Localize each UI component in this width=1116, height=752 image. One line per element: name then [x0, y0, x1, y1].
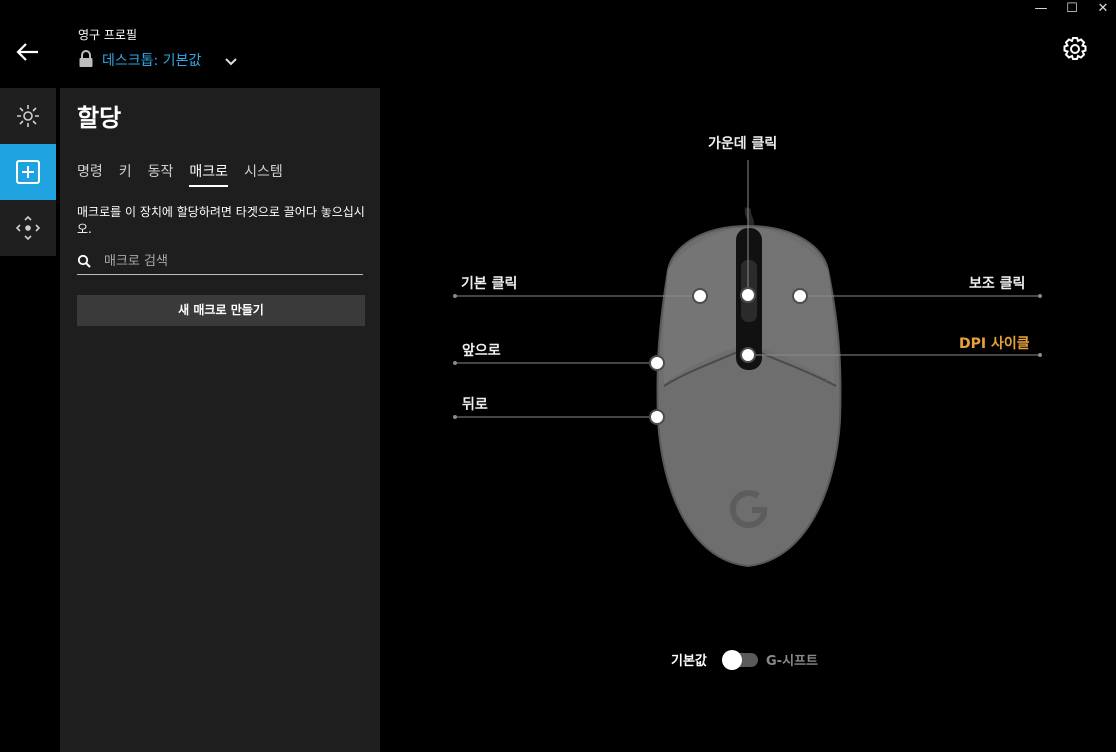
plus-square-icon: [16, 160, 40, 184]
arrow-left-icon: [16, 43, 38, 61]
hotspot-secondary-click[interactable]: [792, 288, 808, 304]
hotspot-middle-click[interactable]: [740, 287, 756, 303]
toggle-label-gshift: G-시프트: [766, 654, 818, 669]
hotspot-back[interactable]: [649, 409, 665, 425]
label-secondary-click[interactable]: 보조 클릭: [969, 273, 1025, 293]
hotspot-dpi-cycle[interactable]: [740, 347, 756, 363]
create-macro-button[interactable]: 새 매크로 만들기: [77, 295, 365, 326]
tab-commands[interactable]: 명령: [77, 161, 103, 187]
gear-icon[interactable]: [1060, 34, 1090, 64]
macro-search: [77, 248, 363, 275]
label-dpi-cycle[interactable]: DPI 사이클: [959, 333, 1030, 353]
tab-system[interactable]: 시스템: [244, 161, 283, 187]
rail-item-lighting[interactable]: [0, 88, 56, 144]
rail-item-assignments[interactable]: [0, 144, 56, 200]
search-input[interactable]: [102, 250, 361, 272]
label-forward[interactable]: 앞으로: [462, 340, 501, 360]
gshift-toggle[interactable]: [722, 650, 758, 670]
profile-label: 영구 프로필: [78, 28, 138, 42]
profile-selector[interactable]: 데스크톱: 기본값: [102, 50, 201, 70]
minimize-button[interactable]: —: [1024, 0, 1058, 18]
hotspot-primary-click[interactable]: [692, 288, 708, 304]
tab-macros[interactable]: 매크로: [189, 161, 229, 187]
side-rail: [0, 88, 56, 256]
close-button[interactable]: ✕: [1086, 0, 1116, 18]
search-icon: [77, 254, 91, 268]
tab-keys[interactable]: 키: [119, 161, 132, 187]
tab-bar: 명령 키 동작 매크로 시스템: [77, 161, 299, 187]
move-icon: [15, 215, 41, 241]
hotspot-forward[interactable]: [649, 355, 665, 371]
maximize-button[interactable]: ☐: [1055, 0, 1089, 18]
toggle-label-default: 기본값: [671, 654, 707, 669]
tab-actions[interactable]: 동작: [148, 161, 174, 187]
back-button[interactable]: [14, 36, 42, 68]
label-back[interactable]: 뒤로: [462, 394, 488, 414]
assignment-panel: 할당 명령 키 동작 매크로 시스템 매크로를 이 장치에 할당하려면 타겟으로…: [60, 88, 380, 752]
lock-icon: [78, 50, 94, 68]
rail-item-sensitivity[interactable]: [0, 200, 56, 256]
panel-title: 할당: [77, 104, 122, 132]
sun-icon: [17, 105, 39, 127]
label-middle-click[interactable]: 가운데 클릭: [708, 133, 777, 153]
toggle-knob: [722, 650, 742, 670]
mouse-diagram: [453, 160, 1042, 568]
drag-hint-text: 매크로를 이 장치에 할당하려면 타겟으로 끌어다 놓으십시오.: [77, 205, 365, 236]
chevron-down-icon[interactable]: [224, 54, 238, 68]
label-primary-click[interactable]: 기본 클릭: [461, 273, 517, 293]
